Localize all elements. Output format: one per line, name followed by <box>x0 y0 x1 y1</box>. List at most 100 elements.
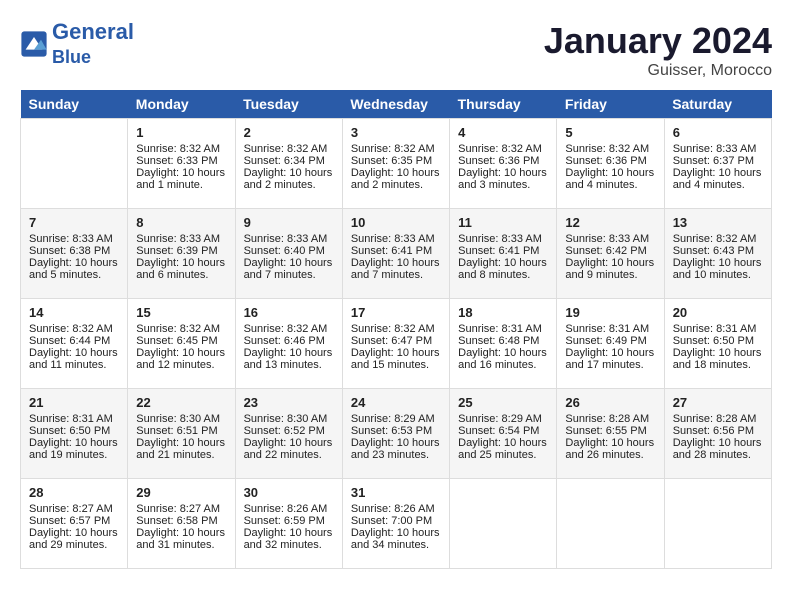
day-number: 23 <box>244 395 334 410</box>
day-info-line: Sunset: 6:54 PM <box>458 425 548 437</box>
day-info-line: Daylight: 10 hours <box>458 437 548 449</box>
day-number: 18 <box>458 305 548 320</box>
day-info-line: Sunset: 6:55 PM <box>565 425 655 437</box>
day-info-line: Sunset: 6:56 PM <box>673 425 763 437</box>
day-info-line: Sunrise: 8:33 AM <box>565 233 655 245</box>
page-header: General Blue January 2024 Guisser, Moroc… <box>20 20 772 80</box>
day-info-line: Sunset: 6:59 PM <box>244 515 334 527</box>
calendar-cell: 1 Sunrise: 8:32 AMSunset: 6:33 PMDaylight… <box>128 119 235 209</box>
day-info-line: Sunrise: 8:32 AM <box>29 323 119 335</box>
calendar-cell: 28Sunrise: 8:27 AMSunset: 6:57 PMDayligh… <box>21 479 128 569</box>
day-number: 22 <box>136 395 226 410</box>
calendar-cell: 12Sunrise: 8:33 AMSunset: 6:42 PMDayligh… <box>557 209 664 299</box>
day-info-line: Sunset: 6:49 PM <box>565 335 655 347</box>
day-info-line: Daylight: 10 hours <box>29 437 119 449</box>
day-info-line: Sunset: 7:00 PM <box>351 515 441 527</box>
day-number: 4 <box>458 125 548 140</box>
week-row-5: 28Sunrise: 8:27 AMSunset: 6:57 PMDayligh… <box>21 479 772 569</box>
day-number: 3 <box>351 125 441 140</box>
day-info-line: Daylight: 10 hours <box>244 347 334 359</box>
day-info-line: and 5 minutes. <box>29 269 119 281</box>
day-info-line: Sunset: 6:50 PM <box>29 425 119 437</box>
day-info-line: Sunrise: 8:28 AM <box>565 413 655 425</box>
day-info-line: Sunset: 6:48 PM <box>458 335 548 347</box>
day-info-line: and 17 minutes. <box>565 359 655 371</box>
day-number: 8 <box>136 215 226 230</box>
day-info-line: Sunrise: 8:29 AM <box>458 413 548 425</box>
day-info-line: and 10 minutes. <box>673 269 763 281</box>
weekday-saturday: Saturday <box>664 90 771 119</box>
day-info-line: and 11 minutes. <box>29 359 119 371</box>
day-number: 1 <box>136 125 226 140</box>
day-info-line: Sunset: 6:53 PM <box>351 425 441 437</box>
day-info-line: Sunset: 6:46 PM <box>244 335 334 347</box>
calendar-cell: 22Sunrise: 8:30 AMSunset: 6:51 PMDayligh… <box>128 389 235 479</box>
day-info-line: and 7 minutes. <box>244 269 334 281</box>
title-area: January 2024 Guisser, Morocco <box>544 20 772 80</box>
calendar-cell: 15Sunrise: 8:32 AMSunset: 6:45 PMDayligh… <box>128 299 235 389</box>
day-info-line: and 31 minutes. <box>136 539 226 551</box>
day-info-line: and 19 minutes. <box>29 449 119 461</box>
week-row-3: 14Sunrise: 8:32 AMSunset: 6:44 PMDayligh… <box>21 299 772 389</box>
day-info-line: and 26 minutes. <box>565 449 655 461</box>
day-info-line: and 18 minutes. <box>673 359 763 371</box>
calendar-cell <box>450 479 557 569</box>
day-info-line: Sunset: 6:51 PM <box>136 425 226 437</box>
day-info-line: Sunrise: 8:27 AM <box>136 503 226 515</box>
day-info-line: Sunset: 6:41 PM <box>458 245 548 257</box>
day-number: 5 <box>565 125 655 140</box>
calendar-cell: 26Sunrise: 8:28 AMSunset: 6:55 PMDayligh… <box>557 389 664 479</box>
day-info-line: Sunset: 6:39 PM <box>136 245 226 257</box>
calendar-cell: 30 Sunrise: 8:26 AMSunset: 6:59 PMDayligh… <box>235 479 342 569</box>
day-info-line: Daylight: 10 hours <box>458 167 548 179</box>
day-info-line: Daylight: 10 hours <box>458 257 548 269</box>
weekday-friday: Friday <box>557 90 664 119</box>
day-info-line: Sunrise: 8:32 AM <box>351 143 441 155</box>
day-info-line: Daylight: 10 hours <box>136 527 226 539</box>
calendar-table: SundayMondayTuesdayWednesdayThursdayFrid… <box>20 90 772 569</box>
day-info-line: Sunrise: 8:32 AM <box>244 323 334 335</box>
calendar-cell: 14Sunrise: 8:32 AMSunset: 6:44 PMDayligh… <box>21 299 128 389</box>
day-info-line: Daylight: 10 hours <box>351 257 441 269</box>
day-info-line: Sunrise: 8:32 AM <box>136 143 226 155</box>
day-info-line: Daylight: 10 hours <box>565 257 655 269</box>
day-info-line: Daylight: 10 hours <box>29 347 119 359</box>
day-info-line: Sunset: 6:41 PM <box>351 245 441 257</box>
weekday-sunday: Sunday <box>21 90 128 119</box>
day-info-line: Sunset: 6:45 PM <box>136 335 226 347</box>
day-info-line: Daylight: 10 hours <box>136 167 226 179</box>
day-number: 30 <box>244 485 334 500</box>
week-row-2: 7Sunrise: 8:33 AMSunset: 6:38 PMDaylight… <box>21 209 772 299</box>
day-info-line: Sunrise: 8:30 AM <box>244 413 334 425</box>
day-info-line: Daylight: 10 hours <box>244 527 334 539</box>
day-number: 16 <box>244 305 334 320</box>
day-info-line: Sunset: 6:37 PM <box>673 155 763 167</box>
day-info-line: Daylight: 10 hours <box>29 527 119 539</box>
calendar-cell: 13Sunrise: 8:32 AMSunset: 6:43 PMDayligh… <box>664 209 771 299</box>
day-info-line: Sunset: 6:50 PM <box>673 335 763 347</box>
day-number: 7 <box>29 215 119 230</box>
calendar-cell: 4Sunrise: 8:32 AMSunset: 6:36 PMDaylight… <box>450 119 557 209</box>
day-info-line: Sunrise: 8:26 AM <box>351 503 441 515</box>
day-info-line: Daylight: 10 hours <box>244 167 334 179</box>
day-info-line: and 1 minute. <box>136 179 226 191</box>
day-info-line: Daylight: 10 hours <box>351 437 441 449</box>
day-info-line: Sunrise: 8:33 AM <box>351 233 441 245</box>
calendar-cell: 20Sunrise: 8:31 AMSunset: 6:50 PMDayligh… <box>664 299 771 389</box>
day-info-line: Sunset: 6:33 PM <box>136 155 226 167</box>
day-info-line: Daylight: 10 hours <box>458 347 548 359</box>
day-info-line: Sunset: 6:40 PM <box>244 245 334 257</box>
day-number: 10 <box>351 215 441 230</box>
day-info-line: and 2 minutes. <box>351 179 441 191</box>
day-number: 21 <box>29 395 119 410</box>
calendar-cell: 5Sunrise: 8:32 AMSunset: 6:36 PMDaylight… <box>557 119 664 209</box>
calendar-cell: 10 Sunrise: 8:33 AMSunset: 6:41 PMDayligh… <box>342 209 449 299</box>
logo-blue: Blue <box>52 47 91 67</box>
day-info-line: Sunrise: 8:26 AM <box>244 503 334 515</box>
day-info-line: Sunrise: 8:33 AM <box>673 143 763 155</box>
weekday-wednesday: Wednesday <box>342 90 449 119</box>
calendar-cell: 25Sunrise: 8:29 AMSunset: 6:54 PMDayligh… <box>450 389 557 479</box>
day-info-line: Sunset: 6:35 PM <box>351 155 441 167</box>
day-info-line: Sunset: 6:57 PM <box>29 515 119 527</box>
day-info-line: and 6 minutes. <box>136 269 226 281</box>
